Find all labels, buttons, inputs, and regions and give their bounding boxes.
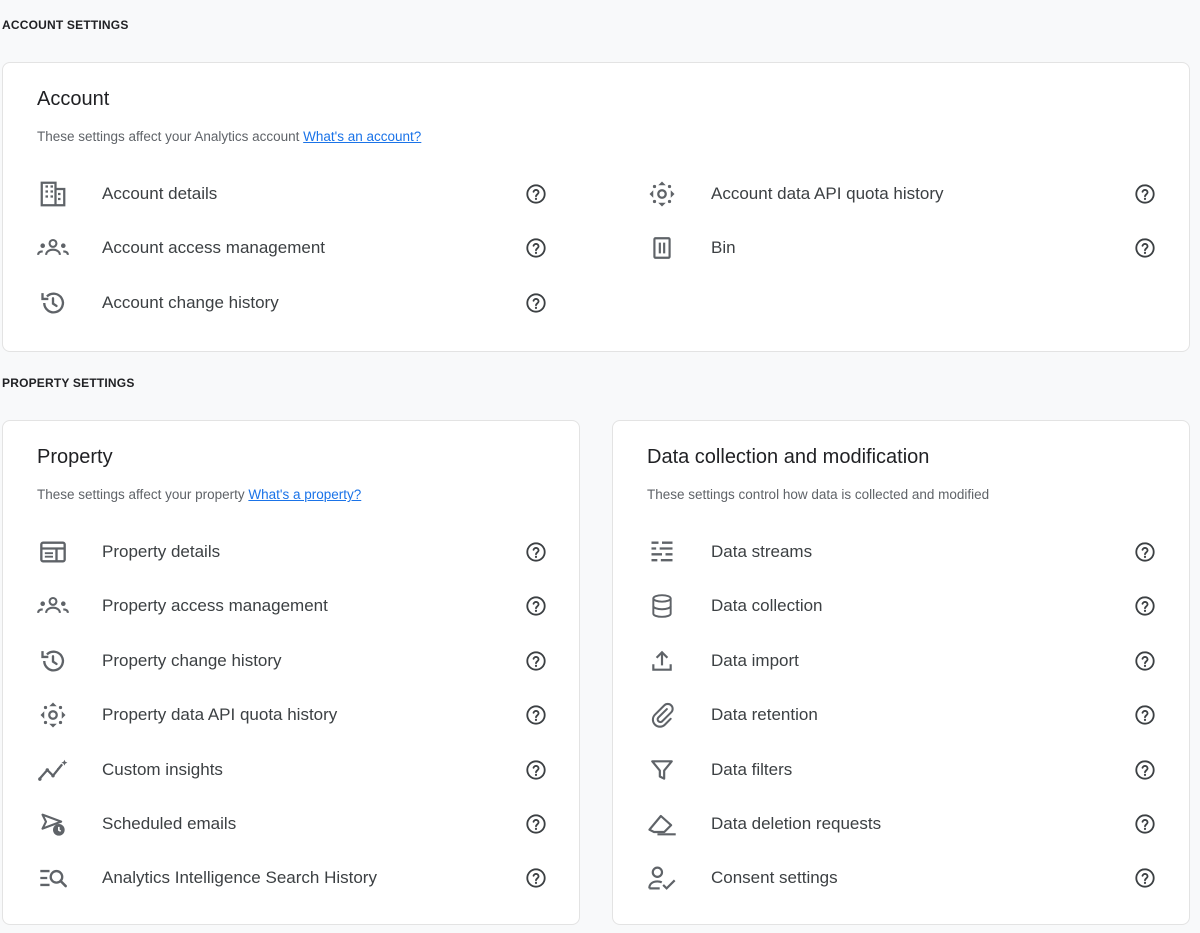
people-icon xyxy=(37,232,69,264)
people-icon xyxy=(37,590,69,622)
data-import-label: Data import xyxy=(711,651,799,670)
data-collection-item[interactable]: Data collection xyxy=(646,586,1166,626)
help-icon[interactable] xyxy=(524,291,548,315)
scheduled-emails-item[interactable]: Scheduled emails xyxy=(37,804,557,844)
help-icon[interactable] xyxy=(524,758,548,782)
account-details-label: Account details xyxy=(102,184,218,203)
scheduled-email-icon xyxy=(37,808,69,840)
property-details-label: Property details xyxy=(102,542,221,561)
eraser-icon xyxy=(646,808,678,840)
property-change-history-item[interactable]: Property change history xyxy=(37,641,557,681)
help-icon[interactable] xyxy=(524,866,548,890)
help-icon[interactable] xyxy=(524,594,548,618)
property-data-api-quota-history-label: Property data API quota history xyxy=(102,705,338,724)
property-access-management-item[interactable]: Property access management xyxy=(37,586,557,626)
help-icon[interactable] xyxy=(1133,236,1157,260)
consent-icon xyxy=(646,862,678,894)
help-icon[interactable] xyxy=(1133,182,1157,206)
property-card-subtitle: These settings affect your property What… xyxy=(37,487,361,502)
data-collection-card-subtitle: These settings control how data is colle… xyxy=(647,487,990,502)
property-access-management-label: Property access management xyxy=(102,596,328,615)
data-deletion-requests-label: Data deletion requests xyxy=(711,814,882,833)
whats-an-account-link[interactable]: What's an account? xyxy=(303,129,421,144)
help-icon[interactable] xyxy=(524,540,548,564)
data-import-item[interactable]: Data import xyxy=(646,641,1166,681)
analytics-intelligence-search-history-label: Analytics Intelligence Search History xyxy=(102,868,377,887)
help-icon[interactable] xyxy=(1133,594,1157,618)
data-deletion-requests-item[interactable]: Data deletion requests xyxy=(646,804,1166,844)
help-icon[interactable] xyxy=(1133,812,1157,836)
custom-insights-label: Custom insights xyxy=(102,760,223,779)
history-icon xyxy=(37,287,69,319)
account-change-history-label: Account change history xyxy=(102,293,279,312)
data-filters-label: Data filters xyxy=(711,760,793,779)
bin-label: Bin xyxy=(711,238,736,257)
analytics-intelligence-search-history-item[interactable]: Analytics Intelligence Search History xyxy=(37,858,557,898)
account-card-title: Account xyxy=(37,88,110,110)
custom-insights-item[interactable]: Custom insights xyxy=(37,750,557,790)
data-collection-card-title: Data collection and modification xyxy=(647,446,930,468)
whats-a-property-link[interactable]: What's a property? xyxy=(248,487,361,502)
trash-icon xyxy=(646,232,678,264)
bin-item[interactable]: Bin xyxy=(646,228,1166,268)
account-card-subtitle: These settings affect your Analytics acc… xyxy=(37,129,421,144)
data-filters-item[interactable]: Data filters xyxy=(646,750,1166,790)
data-streams-item[interactable]: Data streams xyxy=(646,532,1166,572)
property-subtitle-text: These settings affect your property xyxy=(37,487,245,502)
help-icon[interactable] xyxy=(524,649,548,673)
property-details-item[interactable]: Property details xyxy=(37,532,557,572)
consent-settings-label: Consent settings xyxy=(711,868,838,887)
account-details-item[interactable]: Account details xyxy=(37,174,557,214)
property-change-history-label: Property change history xyxy=(102,651,282,670)
consent-settings-item[interactable]: Consent settings xyxy=(646,858,1166,898)
data-collection-label: Data collection xyxy=(711,596,823,615)
help-icon[interactable] xyxy=(1133,866,1157,890)
help-icon[interactable] xyxy=(524,182,548,206)
account-data-api-quota-history-item[interactable]: Account data API quota history xyxy=(646,174,1166,214)
filter-icon xyxy=(646,754,678,786)
property-data-api-quota-history-item[interactable]: Property data API quota history xyxy=(37,695,557,735)
property-card: Property These settings affect your prop… xyxy=(2,420,580,925)
help-icon[interactable] xyxy=(1133,703,1157,727)
api-quota-icon xyxy=(646,178,678,210)
scheduled-emails-label: Scheduled emails xyxy=(102,814,237,833)
help-icon[interactable] xyxy=(1133,540,1157,564)
help-icon[interactable] xyxy=(1133,758,1157,782)
data-streams-icon xyxy=(646,536,678,568)
account-change-history-item[interactable]: Account change history xyxy=(37,283,557,323)
account-data-api-quota-history-label: Account data API quota history xyxy=(711,184,944,203)
data-streams-label: Data streams xyxy=(711,542,813,561)
account-card: Account These settings affect your Analy… xyxy=(2,62,1190,352)
account-subtitle-text: These settings affect your Analytics acc… xyxy=(37,129,300,144)
property-card-title: Property xyxy=(37,446,113,468)
help-icon[interactable] xyxy=(524,703,548,727)
help-icon[interactable] xyxy=(524,812,548,836)
help-icon[interactable] xyxy=(524,236,548,260)
search-history-icon xyxy=(37,862,69,894)
upload-icon xyxy=(646,645,678,677)
account-access-management-item[interactable]: Account access management xyxy=(37,228,557,268)
data-retention-label: Data retention xyxy=(711,705,818,724)
building-icon xyxy=(37,178,69,210)
account-access-management-label: Account access management xyxy=(102,238,326,257)
account-settings-heading: ACCOUNT SETTINGS xyxy=(2,18,129,32)
insights-icon xyxy=(37,754,69,786)
property-settings-heading: PROPERTY SETTINGS xyxy=(2,376,135,390)
paperclip-icon xyxy=(646,699,678,731)
property-details-icon xyxy=(37,536,69,568)
api-quota-icon xyxy=(37,699,69,731)
data-collection-card: Data collection and modification These s… xyxy=(612,420,1190,925)
database-icon xyxy=(646,590,678,622)
data-retention-item[interactable]: Data retention xyxy=(646,695,1166,735)
help-icon[interactable] xyxy=(1133,649,1157,673)
history-icon xyxy=(37,645,69,677)
